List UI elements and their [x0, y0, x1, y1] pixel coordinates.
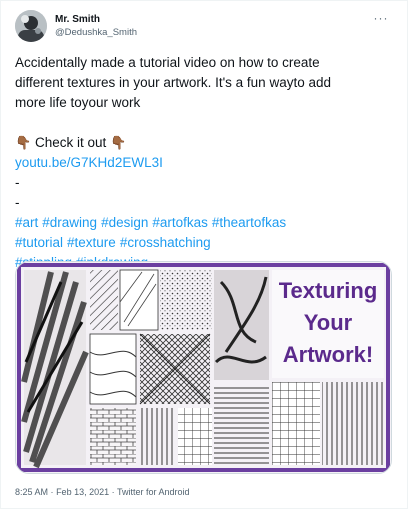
video-link[interactable]: youtu.be/G7KHd2EWL3I: [15, 155, 163, 170]
meta-separator: ·: [50, 487, 54, 497]
avatar-image: [15, 10, 47, 42]
tweet-body: Accidentally made a tutorial video on ho…: [15, 53, 390, 273]
author-block: Mr. Smith @Dedushka_Smith: [55, 14, 137, 39]
dash-line: -: [15, 195, 20, 210]
tweet-date[interactable]: Feb 13, 2021: [56, 487, 109, 497]
avatar[interactable]: [15, 10, 47, 42]
hashtag-link[interactable]: #tutorial: [15, 235, 63, 250]
tweet-header: Mr. Smith @Dedushka_Smith ···: [15, 9, 397, 45]
cta-line: 👇🏾 Check it out 👇🏾: [15, 133, 390, 153]
media-title-line-1: Texturing: [279, 278, 378, 303]
hashtag-link[interactable]: #drawing: [42, 215, 97, 230]
meta-separator: ·: [111, 487, 115, 497]
hashtag-line-2: #tutorial #texture #crosshatching: [15, 233, 390, 253]
pointing-down-emoji: 👇🏾: [15, 135, 32, 150]
media-title-line-2: Your: [304, 310, 353, 335]
texturing-artwork-image: Texturing Your Artwork!: [16, 262, 391, 473]
tweet-text: Accidentally made a tutorial video on ho…: [15, 53, 390, 273]
hashtag-link[interactable]: #crosshatching: [120, 235, 211, 250]
more-options-icon[interactable]: ···: [371, 11, 391, 29]
user-handle[interactable]: @Dedushka_Smith: [55, 26, 137, 39]
hashtag-line-1: #art #drawing #design #artofkas #theartofkas: [15, 213, 390, 233]
hashtag-link[interactable]: #design: [101, 215, 148, 230]
tweet-media-image[interactable]: Texturing Your Artwork!: [15, 261, 392, 474]
tweet-text-line: more life toyour work: [15, 95, 141, 110]
tweet-text-line: Accidentally made a tutorial video on ho…: [15, 55, 320, 70]
hashtag-link[interactable]: #texture: [67, 235, 116, 250]
tweet-source[interactable]: Twitter for Android: [117, 487, 190, 497]
display-name[interactable]: Mr. Smith: [55, 14, 137, 26]
hashtag-link[interactable]: #art: [15, 215, 38, 230]
hashtag-link[interactable]: #theartofkas: [212, 215, 286, 230]
dash-line: -: [15, 175, 20, 190]
hashtag-link[interactable]: #artofkas: [152, 215, 208, 230]
tweet-metadata: 8:25 AM · Feb 13, 2021 · Twitter for And…: [15, 487, 190, 497]
cta-text: Check it out: [34, 135, 107, 150]
media-title-line-3: Artwork!: [283, 342, 373, 367]
tweet-card: Mr. Smith @Dedushka_Smith ··· Accidental…: [0, 0, 408, 509]
tweet-text-line: different textures in your artwork. It's…: [15, 75, 331, 90]
tweet-time[interactable]: 8:25 AM: [15, 487, 48, 497]
pointing-down-emoji: 👇🏾: [110, 135, 127, 150]
